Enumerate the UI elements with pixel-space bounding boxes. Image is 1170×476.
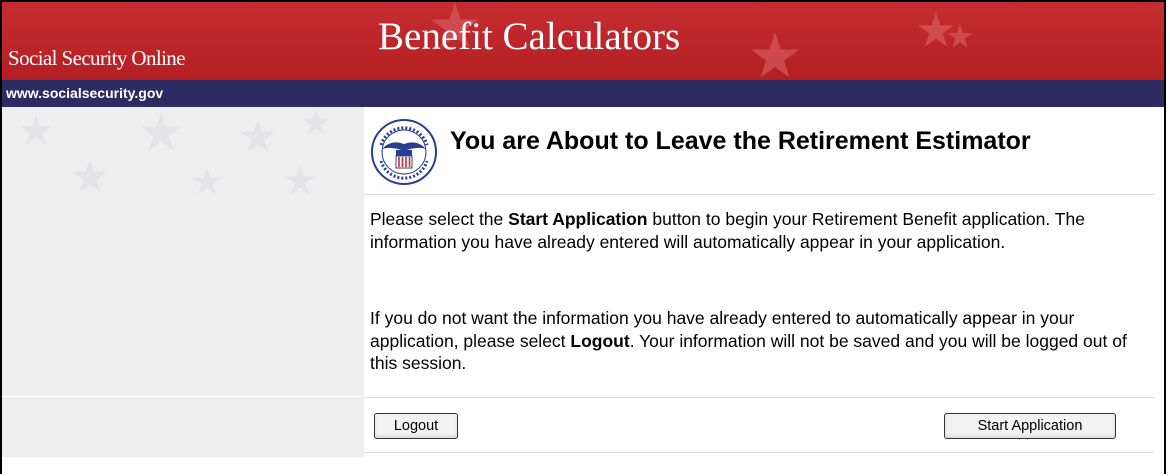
banner-star-decoration: [947, 24, 973, 48]
site-url[interactable]: www.socialsecurity.gov: [6, 85, 163, 101]
heading-divider: [364, 194, 1154, 195]
logout-button[interactable]: Logout: [374, 413, 458, 439]
instruction-bold-text: Logout: [570, 330, 630, 351]
left-sidebar: [2, 107, 364, 457]
leave-estimator-panel: You are About to Leave the Retirement Es…: [364, 107, 1154, 457]
sidebar-stars-decoration: [20, 109, 330, 195]
buttons-divider: [364, 397, 1154, 398]
banner-star-decoration: [751, 32, 799, 78]
ssa-seal-icon: [371, 119, 437, 185]
instruction-bold-text: Start Application: [508, 209, 648, 229]
start-application-button[interactable]: Start Application: [944, 413, 1116, 439]
site-banner: Social Security Online Benefit Calculato…: [2, 2, 1164, 80]
bottom-divider: [364, 452, 1154, 453]
logout-instructions: If you do not want the information you h…: [370, 307, 1140, 375]
page-heading: You are About to Leave the Retirement Es…: [450, 127, 1031, 155]
banner-title: Benefit Calculators: [378, 15, 681, 58]
instruction-text: Please select the: [370, 209, 509, 229]
sidebar-divider: [2, 396, 364, 397]
start-application-instructions: Please select the Start Application butt…: [370, 208, 1140, 253]
site-name[interactable]: Social Security Online: [8, 46, 186, 71]
site-url-bar: www.socialsecurity.gov: [2, 80, 1164, 107]
